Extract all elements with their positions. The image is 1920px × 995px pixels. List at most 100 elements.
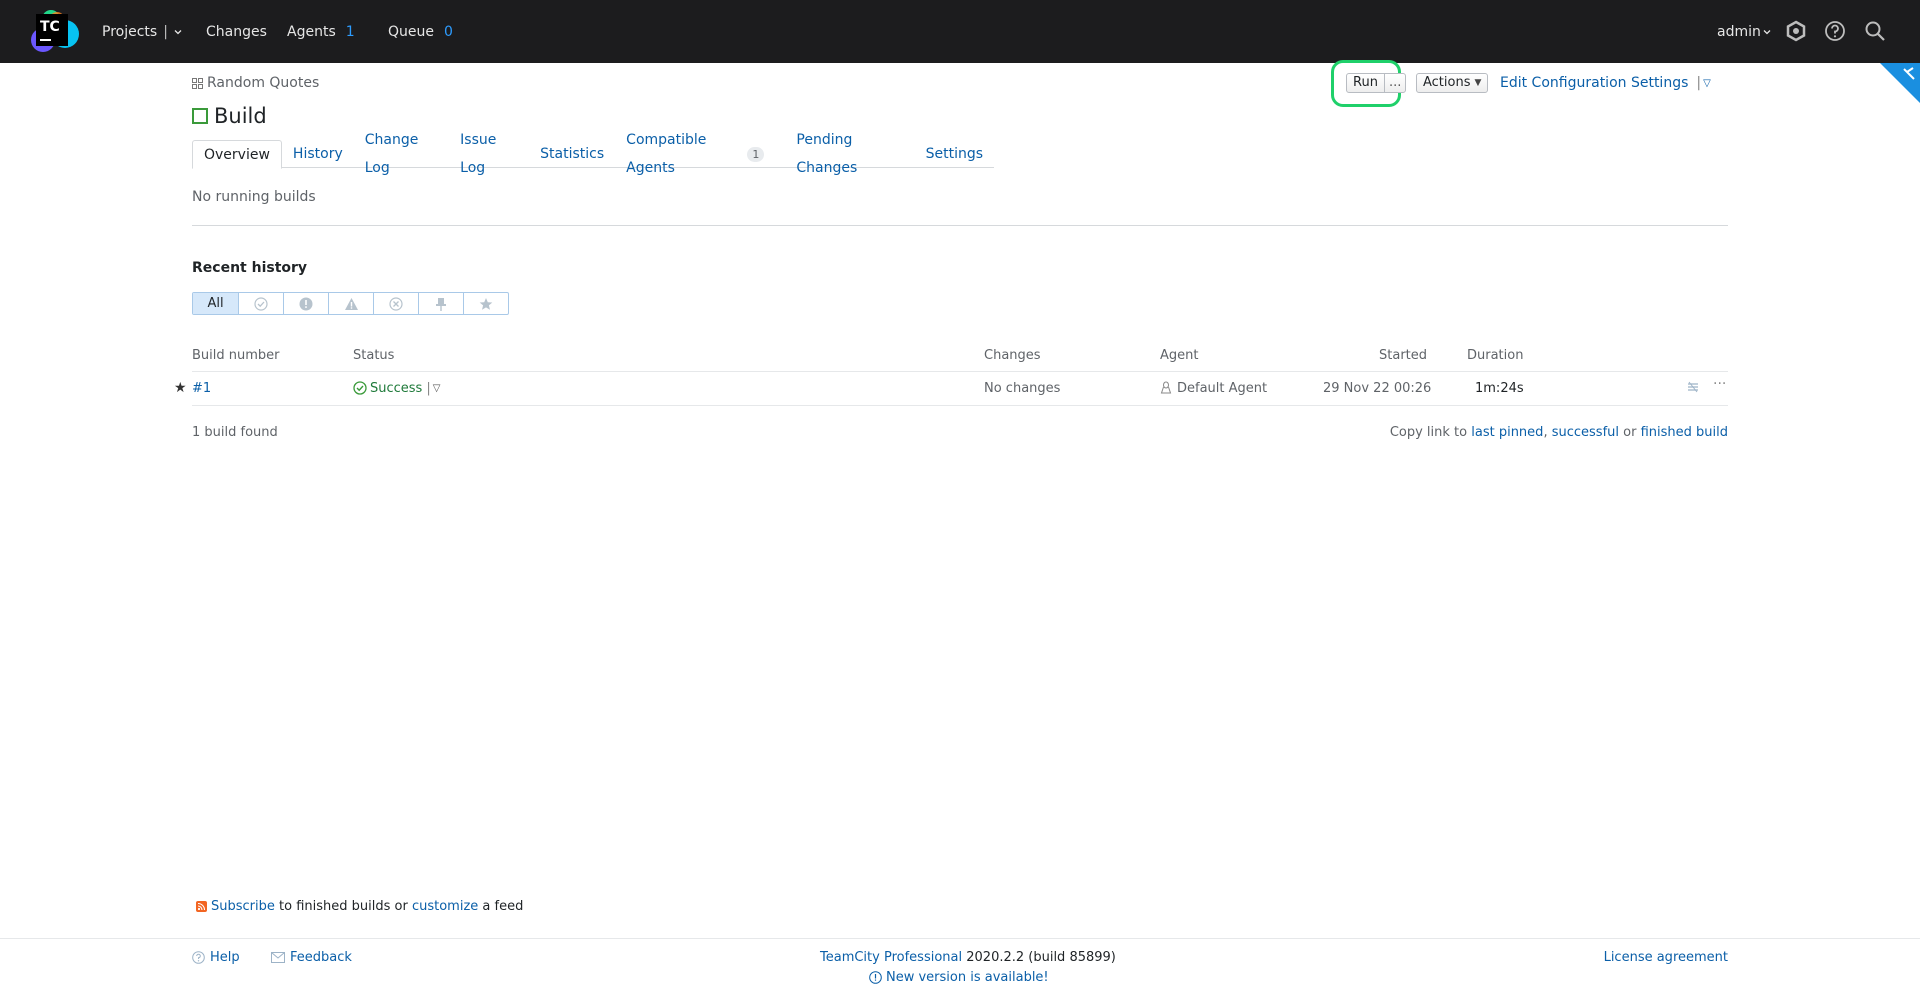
tab-issue-log[interactable]: Issue Log [449, 132, 529, 176]
changes-cell[interactable]: No changes [984, 380, 1060, 396]
new-version-notice[interactable]: New version is available! [869, 970, 1049, 985]
license-agreement-link[interactable]: License agreement [1604, 950, 1728, 965]
tab-label[interactable]: Settings [926, 140, 983, 168]
filter-all-label[interactable]: All [207, 296, 223, 311]
tab-statistics[interactable]: Statistics [529, 140, 615, 168]
run-options-button[interactable]: ... [1383, 74, 1405, 92]
nav-changes-label[interactable]: Changes [206, 24, 267, 40]
nav-queue-label[interactable]: Queue [388, 24, 434, 40]
changes-text[interactable]: No changes [984, 381, 1060, 396]
tab-label[interactable]: Pending Changes [796, 126, 903, 182]
star-build-icon[interactable]: ★ [174, 380, 187, 396]
help-icon[interactable] [1824, 20, 1846, 42]
admin-settings-icon[interactable] [1785, 20, 1807, 42]
copy-last-pinned-link[interactable]: last pinned [1471, 425, 1543, 440]
edit-configuration-link[interactable]: Edit Configuration Settings [1500, 75, 1688, 91]
filter-success[interactable] [238, 293, 283, 314]
tab-label[interactable]: Overview [204, 141, 270, 169]
started-time: 29 Nov 22 00:26 [1323, 380, 1432, 396]
actions-button[interactable]: Actions ▼ [1416, 73, 1489, 93]
breadcrumb[interactable]: Random Quotes [192, 75, 319, 91]
rss-icon[interactable] [196, 901, 207, 912]
corner-ribbon-icon[interactable] [1880, 63, 1920, 103]
nav-agents[interactable]: Agents 1 [287, 0, 355, 63]
recent-history-heading: Recent history [192, 260, 308, 276]
tab-label[interactable]: History [293, 140, 343, 168]
build-number-cell[interactable]: #1 [192, 380, 211, 396]
edit-config-dropdown-icon[interactable]: ▽ [1703, 78, 1711, 89]
nav-queue[interactable]: Queue 0 [388, 0, 453, 63]
build-log-icon[interactable] [1686, 380, 1700, 394]
tab-label[interactable]: Issue Log [460, 126, 518, 182]
copy-successful-link[interactable]: successful [1552, 425, 1619, 440]
tab-pending-changes[interactable]: Pending Changes [785, 132, 914, 176]
actions-button-label[interactable]: Actions [1423, 74, 1471, 92]
user-name[interactable]: admin [1717, 24, 1761, 40]
run-button[interactable]: Run [1347, 74, 1384, 92]
new-version-link[interactable]: New version is available! [886, 970, 1049, 985]
footer-license[interactable]: License agreement [1604, 950, 1728, 965]
filter-warning[interactable] [328, 293, 373, 314]
help-circle-icon [192, 951, 205, 964]
tab-label[interactable]: Compatible Agents [626, 126, 741, 182]
search-icon[interactable] [1864, 20, 1886, 42]
filter-starred[interactable] [463, 293, 508, 314]
tab-compatible-agents[interactable]: Compatible Agents 1 [615, 132, 775, 176]
edit-configuration[interactable]: Edit Configuration Settings | ▽ [1500, 75, 1711, 91]
teamcity-logo[interactable]: TC [29, 8, 81, 56]
no-running-builds-text: No running builds [192, 189, 316, 205]
status-cell[interactable]: Success | ▽ [353, 380, 440, 396]
compatible-agents-count-badge: 1 [747, 146, 765, 162]
subscribe-link[interactable]: Subscribe [211, 899, 275, 914]
duration-text: 1m:24s [1475, 380, 1524, 396]
failed-filter-icon[interactable] [299, 297, 313, 311]
tab-label[interactable]: Change Log [365, 126, 438, 182]
filter-all[interactable]: All [193, 293, 238, 314]
starred-filter-icon[interactable] [479, 297, 493, 311]
info-icon [869, 971, 882, 984]
copy-finished-build-link[interactable]: finished build [1641, 425, 1728, 440]
help-link[interactable]: Help [210, 950, 240, 965]
more-options-icon[interactable]: ··· [1713, 376, 1726, 392]
footer-feedback[interactable]: Feedback [271, 950, 352, 965]
filter-cancelled[interactable] [373, 293, 418, 314]
feed-subscribe: Subscribe to finished builds or customiz… [196, 899, 523, 914]
status-dropdown-icon[interactable]: ▽ [433, 383, 441, 394]
nav-separator: | [163, 23, 168, 40]
tab-overview[interactable]: Overview [192, 140, 282, 169]
tab-settings[interactable]: Settings [915, 140, 994, 168]
nav-changes[interactable]: Changes [206, 0, 267, 63]
page-title-text: Build [214, 104, 267, 128]
run-button-group[interactable]: Run ... [1346, 73, 1407, 93]
status-link[interactable]: Success [370, 381, 422, 396]
footer-version: TeamCity Professional 2020.2.2 (build 85… [820, 950, 1116, 965]
footer-help[interactable]: Help [192, 950, 240, 965]
customize-link[interactable]: customize [412, 899, 478, 914]
product-link[interactable]: TeamCity Professional [820, 950, 962, 965]
tab-change-log[interactable]: Change Log [354, 132, 449, 176]
user-menu[interactable]: admin [1717, 0, 1772, 63]
breadcrumb-project-link[interactable]: Random Quotes [207, 75, 319, 91]
nav-projects[interactable]: Projects | [102, 0, 183, 63]
tab-history[interactable]: History [282, 140, 354, 168]
build-status-square-icon [192, 108, 208, 124]
warning-filter-icon[interactable] [344, 297, 359, 311]
agent-name[interactable]: Default Agent [1177, 381, 1267, 396]
cancelled-filter-icon[interactable] [389, 296, 403, 311]
column-header-build-number: Build number [192, 348, 280, 363]
success-status-icon [353, 381, 367, 395]
filter-failed[interactable] [283, 293, 328, 314]
logo-text: TC [40, 19, 60, 35]
success-filter-icon[interactable] [254, 296, 268, 311]
table-header-divider [192, 371, 1728, 372]
pinned-filter-icon[interactable] [435, 297, 447, 311]
filter-pinned[interactable] [418, 293, 463, 314]
agent-cell[interactable]: Default Agent [1160, 380, 1267, 396]
nav-projects-label[interactable]: Projects [102, 24, 157, 40]
tab-label[interactable]: Statistics [540, 140, 604, 168]
copy-link-text: Copy link to last pinned, successful or … [1390, 425, 1728, 440]
build-number-link[interactable]: #1 [192, 381, 211, 396]
chevron-down-icon[interactable] [173, 27, 183, 37]
feedback-link[interactable]: Feedback [290, 950, 352, 965]
nav-agents-label[interactable]: Agents [287, 24, 336, 40]
